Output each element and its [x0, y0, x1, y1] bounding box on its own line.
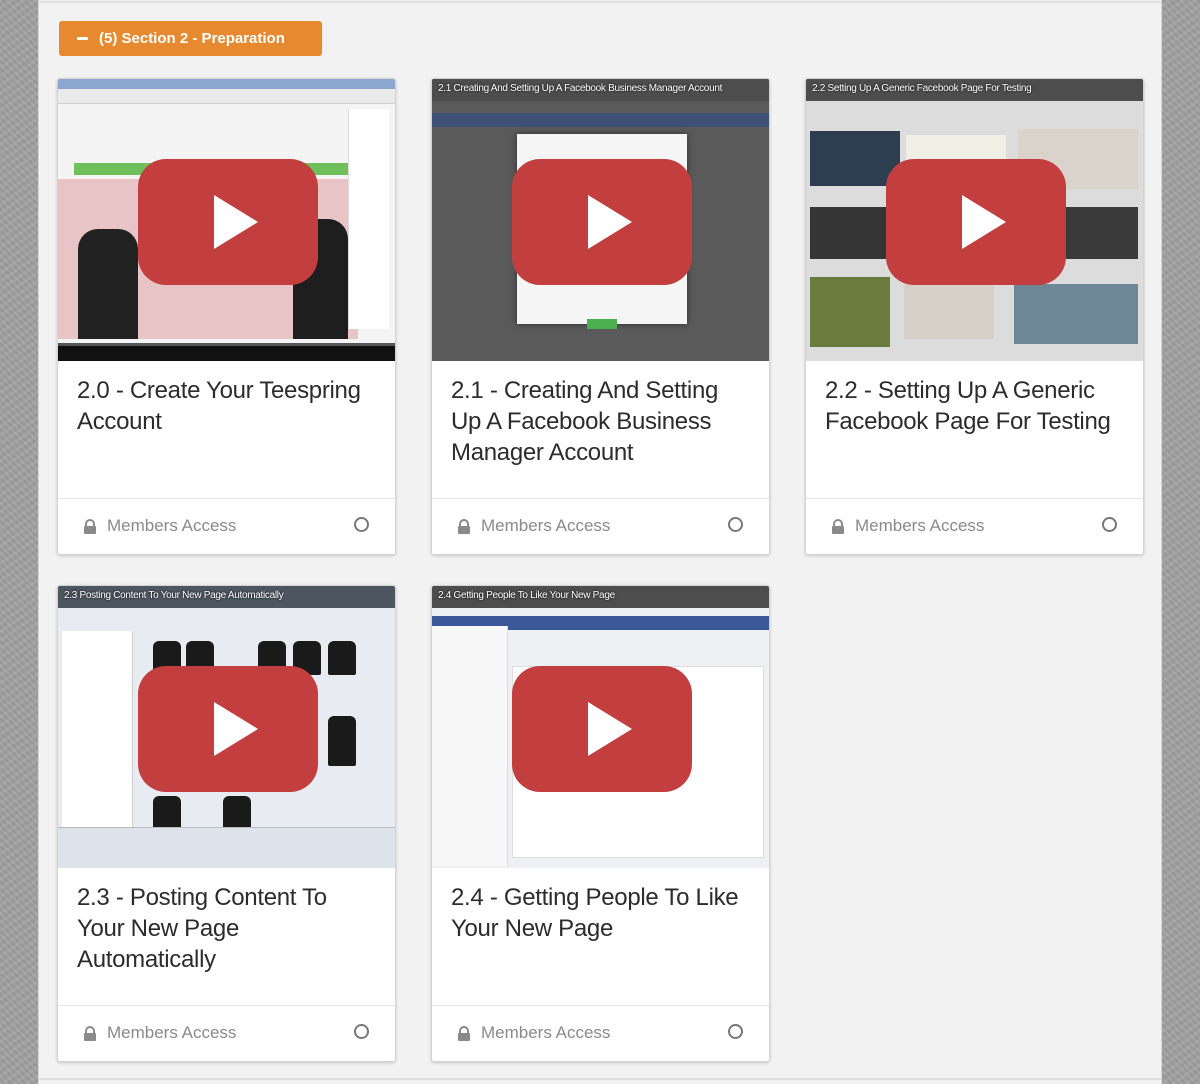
collapse-minus-icon: [77, 37, 88, 40]
lesson-card[interactable]: 2.4 Getting People To Like Your New Page…: [431, 585, 770, 1062]
lock-icon: [84, 1026, 96, 1041]
video-thumbnail[interactable]: [58, 79, 395, 361]
video-thumbnail[interactable]: 2.3 Posting Content To Your New Page Aut…: [58, 586, 395, 868]
play-icon[interactable]: [512, 159, 692, 285]
circle-outline-icon[interactable]: [354, 1024, 369, 1039]
access-label: Members Access: [107, 516, 237, 535]
lesson-card[interactable]: 2.0 - Create Your Teespring Account Memb…: [57, 78, 396, 555]
lock-icon: [458, 519, 470, 534]
lesson-title[interactable]: 2.0 - Create Your Teespring Account: [77, 375, 377, 437]
section-label: (5) Section 2 - Preparation: [99, 30, 285, 47]
circle-outline-icon[interactable]: [1102, 517, 1117, 532]
access-label: Members Access: [481, 516, 611, 535]
lesson-title[interactable]: 2.4 - Getting People To Like Your New Pa…: [451, 882, 751, 944]
panel-bottom-divider: [39, 1078, 1161, 1080]
play-icon[interactable]: [138, 159, 318, 285]
video-thumbnail[interactable]: 2.2 Setting Up A Generic Facebook Page F…: [806, 79, 1143, 361]
access-label: Members Access: [855, 516, 985, 535]
lock-icon: [458, 1026, 470, 1041]
circle-outline-icon[interactable]: [728, 1024, 743, 1039]
play-icon[interactable]: [512, 666, 692, 792]
play-icon[interactable]: [138, 666, 318, 792]
play-icon[interactable]: [886, 159, 1066, 285]
video-thumbnail[interactable]: 2.4 Getting People To Like Your New Page: [432, 586, 769, 868]
thumbnail-caption: 2.2 Setting Up A Generic Facebook Page F…: [812, 83, 1032, 94]
lesson-footer: Members Access: [58, 1005, 395, 1061]
lesson-footer: Members Access: [58, 498, 395, 554]
lesson-footer: Members Access: [432, 1005, 769, 1061]
access-label: Members Access: [107, 1023, 237, 1042]
circle-outline-icon[interactable]: [354, 517, 369, 532]
lock-icon: [84, 519, 96, 534]
panel-top-divider: [39, 1, 1161, 3]
lesson-footer: Members Access: [432, 498, 769, 554]
thumbnail-caption: 2.3 Posting Content To Your New Page Aut…: [64, 590, 284, 601]
lesson-title[interactable]: 2.1 - Creating And Setting Up A Facebook…: [451, 375, 751, 468]
lesson-title[interactable]: 2.3 - Posting Content To Your New Page A…: [77, 882, 377, 975]
thumbnail-caption: 2.4 Getting People To Like Your New Page: [438, 590, 615, 601]
lock-icon: [832, 519, 844, 534]
video-thumbnail[interactable]: 2.1 Creating And Setting Up A Facebook B…: [432, 79, 769, 361]
circle-outline-icon[interactable]: [728, 517, 743, 532]
lesson-footer: Members Access: [806, 498, 1143, 554]
thumbnail-caption: 2.1 Creating And Setting Up A Facebook B…: [438, 83, 723, 94]
lesson-card[interactable]: 2.3 Posting Content To Your New Page Aut…: [57, 585, 396, 1062]
section-toggle-button[interactable]: (5) Section 2 - Preparation: [59, 21, 322, 56]
lesson-title[interactable]: 2.2 - Setting Up A Generic Facebook Page…: [825, 375, 1125, 437]
lesson-card[interactable]: 2.1 Creating And Setting Up A Facebook B…: [431, 78, 770, 555]
content-panel: (5) Section 2 - Preparation 2.0 - Create…: [38, 0, 1162, 1084]
access-label: Members Access: [481, 1023, 611, 1042]
lesson-card[interactable]: 2.2 Setting Up A Generic Facebook Page F…: [805, 78, 1144, 555]
video-controls[interactable]: [58, 343, 395, 361]
